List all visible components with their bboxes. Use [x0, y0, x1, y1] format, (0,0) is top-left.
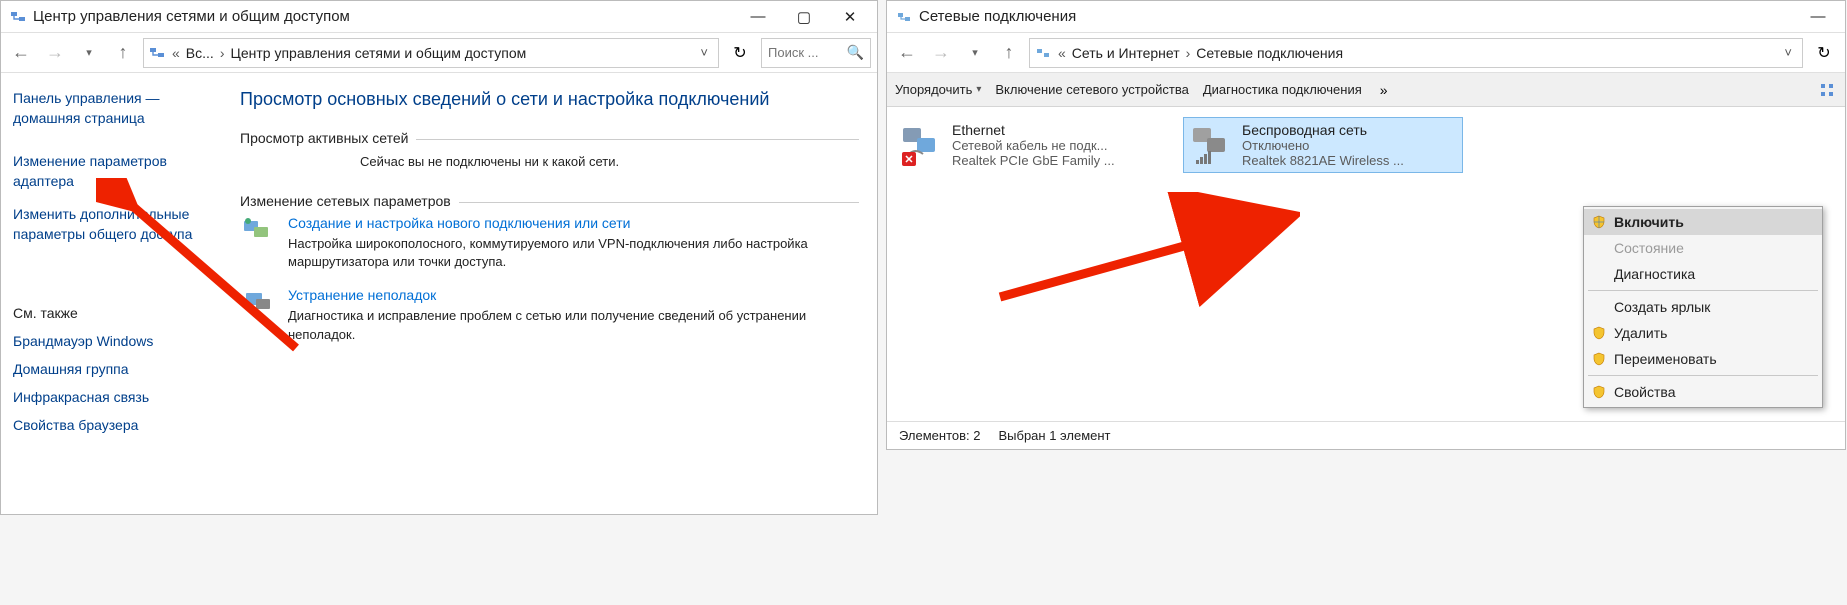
network-center-window: Центр управления сетями и общим доступом… [0, 0, 878, 515]
breadcrumb[interactable]: « Сеть и Интернет › Сетевые подключения … [1029, 38, 1803, 68]
breadcrumb-dropdown[interactable]: ˅ [694, 45, 714, 60]
refresh-button[interactable]: ↻ [1809, 38, 1839, 68]
shield-icon [1592, 352, 1606, 366]
titlebar: Сетевые подключения — [887, 1, 1845, 33]
sidebar-homegroup[interactable]: Домашняя группа [13, 361, 224, 377]
address-bar: ← → ▾ ↑ « Сеть и Интернет › Сетевые подк… [887, 33, 1845, 73]
sidebar-sharing-settings[interactable]: Изменить дополнительные параметры общего… [13, 205, 224, 244]
breadcrumb-icon [1034, 44, 1052, 62]
window-icon [9, 8, 27, 26]
history-dropdown[interactable]: ▾ [961, 39, 989, 67]
adapter-status: Сетевой кабель не подк... [952, 138, 1166, 153]
active-networks-title: Просмотр активных сетей [240, 130, 408, 146]
shield-icon [1592, 326, 1606, 340]
forward-button[interactable]: → [41, 39, 69, 67]
context-separator [1588, 375, 1818, 376]
breadcrumb-dropdown[interactable]: ˅ [1778, 45, 1798, 60]
enable-device-button[interactable]: Включение сетевого устройства [995, 82, 1188, 97]
breadcrumb-icon [148, 44, 166, 62]
shield-icon [1592, 215, 1606, 229]
up-button[interactable]: ↑ [995, 39, 1023, 67]
adapter-device: Realtek 8821AE Wireless ... [1242, 153, 1456, 168]
toolbar: Упорядочить▾ Включение сетевого устройст… [887, 73, 1845, 107]
address-bar: ← → ▾ ↑ « Вс... › Центр управления сетям… [1, 33, 877, 73]
sidebar: Панель управления — домашняя страница Из… [1, 73, 236, 514]
new-connection-desc: Настройка широкополосного, коммутируемог… [288, 235, 808, 271]
ctx-properties[interactable]: Свойства [1584, 379, 1822, 405]
new-connection-link[interactable]: Создание и настройка нового подключения … [288, 215, 808, 231]
troubleshoot-link[interactable]: Устранение неполадок [288, 287, 808, 303]
change-settings-title: Изменение сетевых параметров [240, 193, 451, 209]
breadcrumb-parent[interactable]: Сеть и Интернет [1072, 45, 1180, 61]
search-icon: 🔍 [847, 44, 864, 61]
sidebar-infrared[interactable]: Инфракрасная связь [13, 389, 224, 405]
up-button[interactable]: ↑ [109, 39, 137, 67]
active-networks-msg: Сейчас вы не подключены ни к какой сети. [360, 154, 859, 169]
error-badge-icon: ✕ [902, 152, 916, 166]
status-selected: Выбран 1 элемент [998, 428, 1110, 443]
search-box[interactable]: 🔍 [761, 38, 871, 68]
chevron-right-icon: › [220, 45, 225, 61]
minimize-button[interactable]: — [1795, 2, 1841, 32]
sidebar-adapter-settings[interactable]: Изменение параметров адаптера [13, 152, 224, 191]
context-menu: Включить Состояние Диагностика Создать я… [1583, 206, 1823, 408]
close-button[interactable]: ✕ [827, 2, 873, 32]
status-count: Элементов: 2 [899, 428, 980, 443]
arrange-menu[interactable]: Упорядочить▾ [895, 82, 981, 97]
ctx-delete[interactable]: Удалить [1584, 320, 1822, 346]
toolbar-overflow[interactable]: » [1376, 82, 1392, 98]
window-title: Центр управления сетями и общим доступом [33, 8, 735, 25]
ctx-enable[interactable]: Включить [1584, 209, 1822, 235]
ethernet-icon: ✕ [900, 122, 944, 166]
back-button[interactable]: ← [7, 39, 35, 67]
view-options-button[interactable] [1817, 80, 1837, 100]
back-button[interactable]: ← [893, 39, 921, 67]
minimize-button[interactable]: — [735, 2, 781, 32]
troubleshoot-desc: Диагностика и исправление проблем с сеть… [288, 307, 808, 343]
context-separator [1588, 290, 1818, 291]
sidebar-home[interactable]: Панель управления — домашняя страница [13, 89, 224, 128]
breadcrumb-current[interactable]: Сетевые подключения [1196, 45, 1772, 61]
status-bar: Элементов: 2 Выбран 1 элемент [887, 421, 1845, 449]
network-connections-window: Сетевые подключения — ← → ▾ ↑ « Сеть и И… [886, 0, 1846, 450]
adapter-device: Realtek PCIe GbE Family ... [952, 153, 1166, 168]
adapter-status: Отключено [1242, 138, 1456, 153]
window-icon [895, 8, 913, 26]
refresh-button[interactable]: ↻ [725, 38, 755, 68]
breadcrumb-current[interactable]: Центр управления сетями и общим доступом [230, 45, 688, 61]
breadcrumb-parent[interactable]: Вс... [186, 45, 214, 61]
troubleshoot-icon [240, 287, 276, 315]
breadcrumb[interactable]: « Вс... › Центр управления сетями и общи… [143, 38, 719, 68]
ctx-diagnose[interactable]: Диагностика [1584, 261, 1822, 287]
rule [416, 139, 859, 140]
ctx-rename[interactable]: Переименовать [1584, 346, 1822, 372]
main-area: Просмотр основных сведений о сети и наст… [236, 73, 877, 514]
new-connection-icon [240, 215, 276, 243]
sidebar-seealso-title: См. также [13, 305, 224, 321]
rule [459, 202, 859, 203]
adapter-wireless[interactable]: Беспроводная сеть Отключено Realtek 8821… [1183, 117, 1463, 173]
ctx-state: Состояние [1584, 235, 1822, 261]
maximize-button[interactable]: ▢ [781, 2, 827, 32]
titlebar: Центр управления сетями и общим доступом… [1, 1, 877, 33]
history-dropdown[interactable]: ▾ [75, 39, 103, 67]
adapter-name: Беспроводная сеть [1242, 122, 1456, 138]
adapter-name: Ethernet [952, 122, 1166, 138]
sidebar-browser-props[interactable]: Свойства браузера [13, 417, 224, 433]
signal-bars-icon [1196, 150, 1212, 164]
sidebar-firewall[interactable]: Брандмауэр Windows [13, 333, 224, 349]
chevron-right-icon: › [1186, 45, 1191, 61]
chevron-left-icon: « [1058, 45, 1066, 61]
adapter-ethernet[interactable]: ✕ Ethernet Сетевой кабель не подк... Rea… [893, 117, 1173, 173]
forward-button[interactable]: → [927, 39, 955, 67]
chevron-left-icon: « [172, 45, 180, 61]
page-heading: Просмотр основных сведений о сети и наст… [240, 89, 859, 110]
shield-icon [1592, 385, 1606, 399]
window-title: Сетевые подключения [919, 8, 1795, 25]
ctx-shortcut[interactable]: Создать ярлык [1584, 294, 1822, 320]
search-input[interactable] [768, 45, 843, 60]
wifi-icon [1190, 122, 1234, 166]
diagnose-button[interactable]: Диагностика подключения [1203, 82, 1362, 97]
